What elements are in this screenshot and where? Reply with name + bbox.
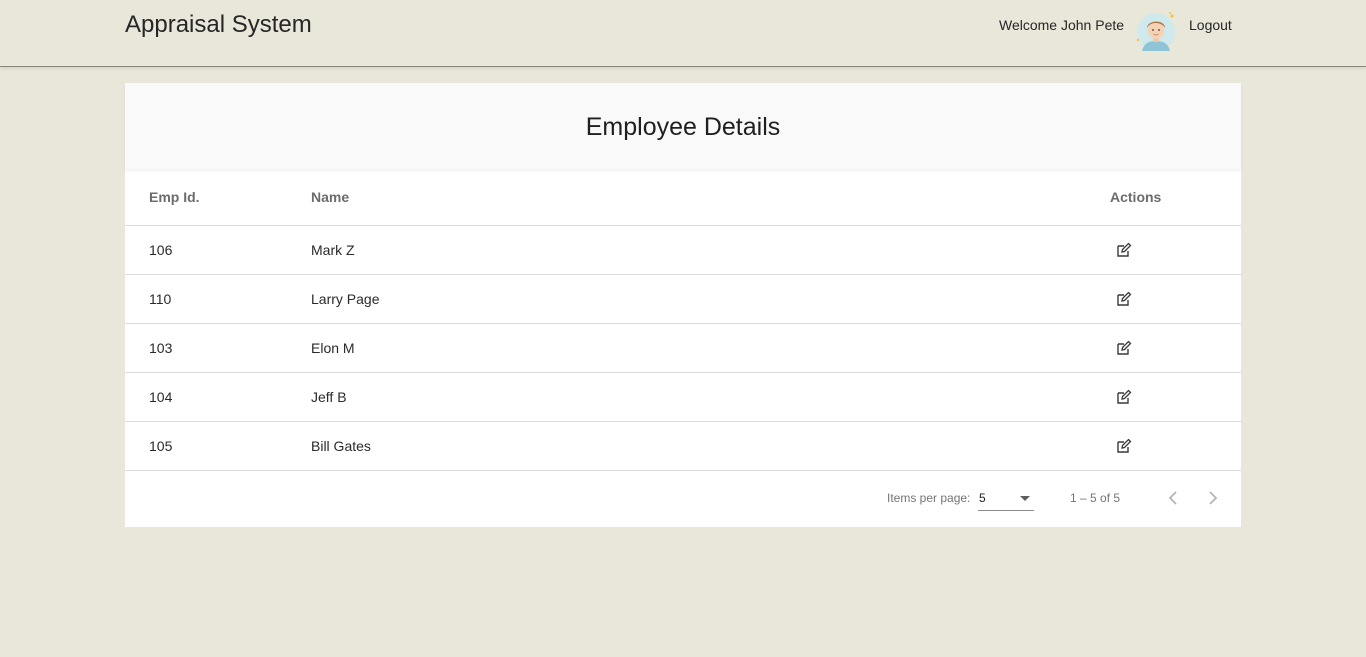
table-row: 104 Jeff B (125, 373, 1241, 422)
chevron-down-icon (1020, 496, 1030, 501)
app-title: Appraisal System (125, 11, 312, 38)
items-per-page-value: 5 (979, 491, 986, 505)
edit-icon[interactable] (1116, 242, 1132, 258)
welcome-text: Welcome John Pete (999, 17, 1125, 33)
column-header-actions: Actions (1110, 189, 1162, 205)
logout-link[interactable]: Logout (1189, 16, 1232, 34)
items-per-page-select[interactable]: 5 (978, 488, 1034, 511)
emp-id-cell: 105 (149, 438, 173, 454)
table-row: 110 Larry Page (125, 275, 1241, 324)
range-label: 1 – 5 of 5 (1070, 491, 1121, 505)
items-per-page-label: Items per page: (887, 491, 971, 505)
emp-id-cell: 103 (149, 340, 173, 356)
column-header-emp-id[interactable]: Emp Id. (149, 188, 200, 206)
user-avatar-icon[interactable] (1134, 10, 1178, 54)
page-title: Employee Details (585, 113, 781, 141)
chevron-right-icon (1209, 491, 1218, 505)
chevron-left-icon (1168, 491, 1177, 505)
name-cell: Mark Z (311, 242, 355, 258)
table-row: 103 Elon M (125, 324, 1241, 373)
name-cell: Jeff B (311, 389, 347, 405)
card-header: Employee Details (125, 83, 1241, 169)
emp-id-cell: 106 (149, 242, 173, 258)
table-header: Emp Id. Name Actions (125, 169, 1241, 226)
name-cell: Larry Page (311, 291, 380, 307)
emp-id-cell: 104 (149, 389, 173, 405)
previous-page-button[interactable] (1163, 488, 1183, 508)
employee-details-card: Employee Details Emp Id. Name Actions 10… (125, 83, 1241, 527)
name-cell: Bill Gates (311, 438, 371, 454)
name-cell: Elon M (311, 340, 355, 356)
edit-icon[interactable] (1116, 291, 1132, 307)
edit-icon[interactable] (1116, 438, 1132, 454)
column-header-name[interactable]: Name (311, 188, 349, 206)
employee-table: Emp Id. Name Actions 106 Mark Z 110 Larr… (125, 169, 1241, 471)
next-page-button[interactable] (1203, 488, 1223, 508)
emp-id-cell: 110 (149, 291, 172, 307)
edit-icon[interactable] (1116, 389, 1132, 405)
table-row: 105 Bill Gates (125, 422, 1241, 471)
paginator: Items per page: 5 1 – 5 of 5 (125, 470, 1241, 527)
edit-icon[interactable] (1116, 340, 1132, 356)
top-bar: Appraisal System Welcome John Pete Logou… (0, 0, 1366, 67)
table-row: 106 Mark Z (125, 226, 1241, 275)
